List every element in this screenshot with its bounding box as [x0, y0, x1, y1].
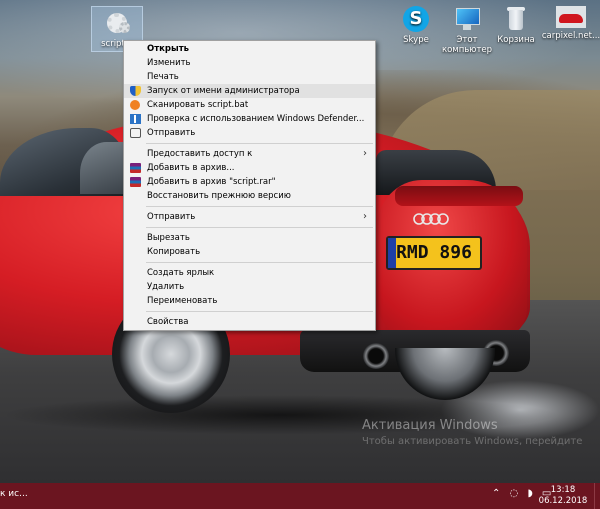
menu-item-label: Переименовать — [147, 296, 218, 306]
menu-item-give-access[interactable]: Предоставить доступ к › — [124, 147, 375, 161]
taskbar: к ис... ⌃ ◌ ◗ ▭ 13:18 06.12.2018 — [0, 483, 600, 509]
menu-item-label: Добавить в архив... — [147, 163, 235, 173]
menu-item-run-as-admin[interactable]: Запуск от имени администратора — [124, 84, 375, 98]
menu-separator — [146, 227, 373, 228]
context-menu: Открыть Изменить Печать Запуск от имени … — [123, 40, 376, 331]
menu-item-label: Открыть — [147, 44, 189, 54]
menu-item-label: Отправить — [147, 212, 196, 222]
menu-item-open[interactable]: Открыть — [124, 42, 375, 56]
taskbar-clock[interactable]: 13:18 06.12.2018 — [538, 485, 588, 507]
recycle-bin-icon — [503, 6, 529, 32]
menu-item-add-archive[interactable]: Добавить в архив... — [124, 161, 375, 175]
menu-item-label: Проверка с использованием Windows Defend… — [147, 114, 365, 124]
menu-item-label: Копировать — [147, 247, 201, 257]
desktop-icon-label: Skype — [403, 35, 429, 45]
menu-item-delete[interactable]: Удалить — [124, 280, 375, 294]
show-desktop-button[interactable] — [594, 483, 600, 509]
menu-item-share[interactable]: Отправить — [124, 126, 375, 140]
menu-item-label: Восстановить прежнюю версию — [147, 191, 291, 201]
winrar-icon — [130, 163, 141, 173]
menu-item-label: Сканировать script.bat — [147, 100, 249, 110]
menu-item-rename[interactable]: Переименовать — [124, 294, 375, 308]
menu-item-label: Создать ярлык — [147, 268, 215, 278]
menu-item-label: Предоставить доступ к — [147, 149, 253, 159]
clock-time: 13:18 — [550, 485, 576, 495]
menu-separator — [146, 262, 373, 263]
car-tail-light — [395, 186, 523, 206]
activation-watermark: Активация Windows — [362, 418, 498, 433]
desktop-icon-label: Корзина — [497, 35, 535, 45]
menu-separator — [146, 206, 373, 207]
winrar-icon — [130, 177, 141, 187]
car-rear — [377, 180, 527, 340]
taskbar-search-box[interactable]: к ис... — [0, 489, 28, 499]
license-plate-text: RMD 896 — [396, 242, 472, 263]
settings-file-icon — [104, 10, 130, 36]
car-exhaust-left — [363, 343, 389, 369]
menu-item-restore-version[interactable]: Восстановить прежнюю версию — [124, 189, 375, 203]
menu-separator — [146, 311, 373, 312]
defender-icon — [130, 114, 141, 124]
menu-item-label: Свойства — [147, 317, 189, 327]
car-rear-window — [376, 150, 496, 195]
menu-item-scan[interactable]: Сканировать script.bat — [124, 98, 375, 112]
wallpaper-hill-right — [380, 90, 600, 320]
activation-watermark-sub: Чтобы активировать Windows, перейдите — [362, 436, 583, 447]
menu-item-copy[interactable]: Копировать — [124, 245, 375, 259]
menu-item-label: Добавить в архив "script.rar" — [147, 177, 276, 187]
menu-item-print[interactable]: Печать — [124, 70, 375, 84]
menu-item-defender-scan[interactable]: Проверка с использованием Windows Defend… — [124, 112, 375, 126]
menu-separator — [146, 143, 373, 144]
menu-item-add-script-rar[interactable]: Добавить в архив "script.rar" — [124, 175, 375, 189]
skype-icon: S — [403, 6, 429, 32]
menu-item-properties[interactable]: Свойства — [124, 315, 375, 329]
audi-rings-logo — [413, 213, 449, 225]
menu-item-label: Запуск от имени администратора — [147, 86, 300, 96]
clock-date: 06.12.2018 — [538, 496, 588, 506]
car-exhaust-right — [483, 340, 509, 366]
car-diffuser — [300, 330, 530, 372]
car-image-icon — [556, 6, 586, 28]
menu-item-label: Вырезать — [147, 233, 190, 243]
license-plate: RMD 896 — [386, 236, 482, 270]
menu-item-label: Удалить — [147, 282, 185, 292]
car-side-window-front — [80, 142, 124, 194]
menu-item-label: Печать — [147, 72, 179, 82]
share-icon — [130, 128, 141, 138]
plate-eu-band — [388, 238, 396, 268]
car-rear-wheel — [395, 348, 495, 400]
avast-icon — [130, 100, 140, 110]
menu-item-edit[interactable]: Изменить — [124, 56, 375, 70]
chevron-right-icon: › — [363, 148, 367, 159]
chevron-right-icon: › — [363, 211, 367, 222]
desktop-icon-label: carpixel.net... — [541, 31, 600, 41]
desktop-icon-carpixel[interactable]: carpixel.net... — [540, 6, 600, 41]
menu-item-label: Отправить — [147, 128, 196, 138]
menu-item-label: Изменить — [147, 58, 191, 68]
computer-icon — [454, 6, 480, 32]
desktop-icon-recycle-bin[interactable]: Корзина — [485, 6, 547, 45]
menu-item-create-shortcut[interactable]: Создать ярлык — [124, 266, 375, 280]
menu-item-cut[interactable]: Вырезать — [124, 231, 375, 245]
menu-item-send-to[interactable]: Отправить › — [124, 210, 375, 224]
shield-icon — [130, 86, 141, 96]
car-side-window — [0, 128, 130, 196]
